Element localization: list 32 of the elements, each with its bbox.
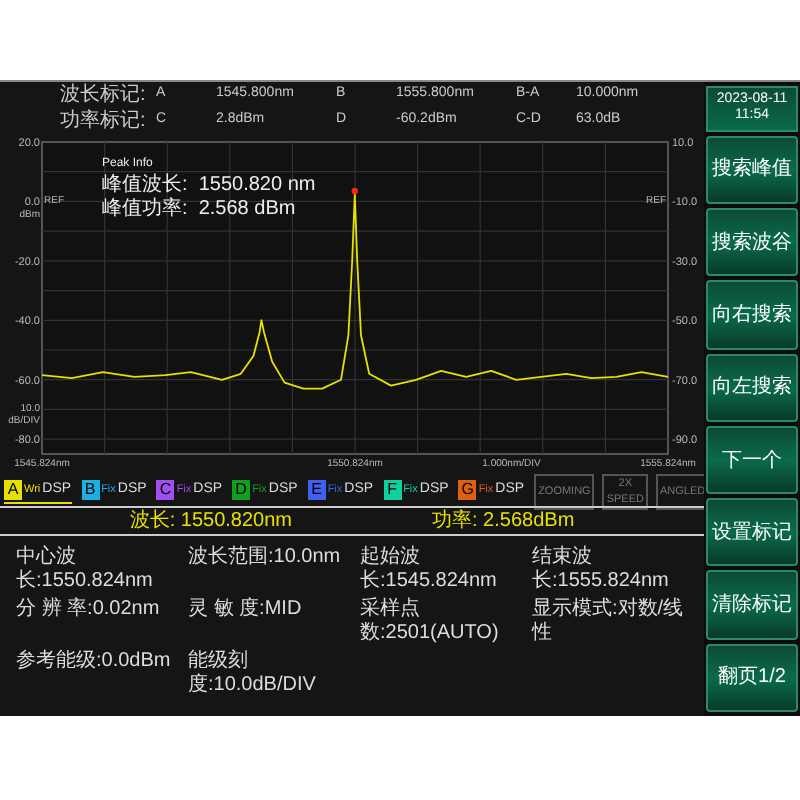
trace-letter[interactable]: D: [232, 480, 251, 500]
parameter-text: 起始波长:1545.824nm: [360, 546, 499, 592]
parameter-text: 能级刻度:10.0dB/DIV: [188, 650, 318, 696]
parameter-text: 结束波长:1555.824nm: [532, 546, 671, 592]
softkey-button[interactable]: 翻页1/2: [706, 643, 798, 713]
softkey-button[interactable]: 搜索波谷: [706, 208, 798, 277]
power-readout: 功率: 2.568dBm: [432, 507, 575, 536]
trace-letter[interactable]: E: [307, 480, 326, 500]
parameter-text: 波长范围:10.0nm: [188, 546, 343, 572]
softkey-button[interactable]: 搜索峰值: [706, 135, 798, 205]
peak-marker-icon: [351, 187, 358, 195]
softkey-button[interactable]: 向左搜索: [706, 353, 798, 422]
softkey-button[interactable]: 向右搜索: [706, 280, 798, 350]
wavelength-readout: 波长: 1550.820nm: [129, 507, 292, 536]
parameter-text: 采样点数:2501(AUTO): [360, 598, 501, 644]
peak-info-text: 峰值功率: 2.568 dBm: [102, 198, 296, 220]
marker-label: 波长标记:: [60, 81, 148, 109]
parameter-text: 中心波长:1550.824nm: [16, 546, 155, 592]
parameter-text: 分 辨 率:0.02nm: [16, 598, 162, 624]
parameter-text: 参考能级:0.0dBm: [16, 650, 173, 676]
marker-label: 功率标记:: [60, 107, 148, 136]
trace-letter[interactable]: G: [458, 480, 477, 500]
trace-letter[interactable]: B: [81, 480, 100, 500]
softkey-button[interactable]: 下一个: [706, 425, 798, 495]
trace-letter[interactable]: C: [156, 480, 175, 500]
trace-letter[interactable]: F: [383, 480, 402, 500]
peak-info-text: 峰值波长: 1550.820 nm: [102, 174, 316, 196]
softkey-button[interactable]: 清除标记: [706, 570, 798, 640]
parameter-text: 灵 敏 度:MID: [188, 598, 304, 624]
trace-letter[interactable]: A: [4, 480, 22, 500]
softkey-button[interactable]: 设置标记: [706, 498, 798, 567]
parameter-text: 显示模式:对数/线性: [532, 598, 686, 644]
